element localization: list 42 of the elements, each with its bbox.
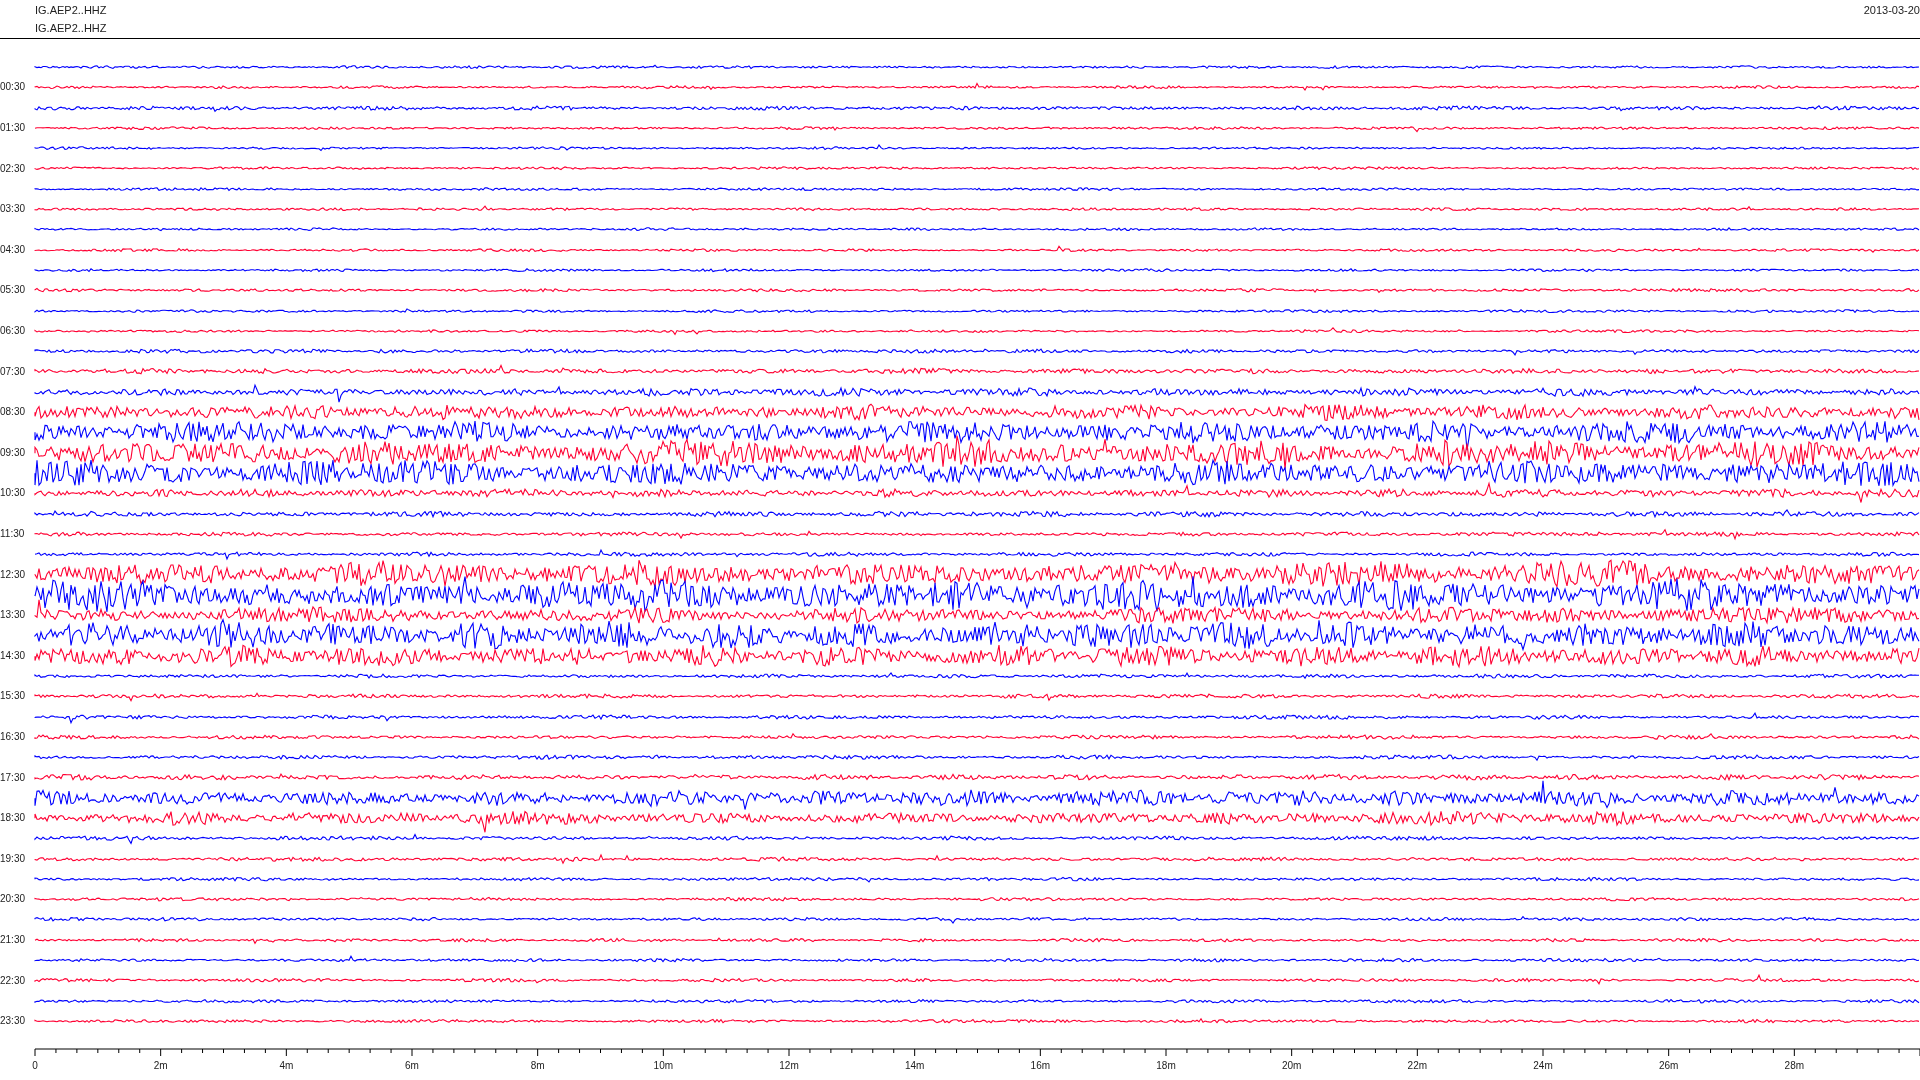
time-label: 22:30 xyxy=(0,975,26,986)
station-label: IG.AEP2..HHZ xyxy=(35,3,107,18)
time-label: 08:30 xyxy=(0,407,26,418)
time-label: 06:30 xyxy=(0,326,26,336)
axis-tick-label: 2m xyxy=(153,1060,168,1072)
date-label: 2013-03-20 xyxy=(1863,3,1920,18)
axis-tick-label: 4m xyxy=(279,1060,294,1072)
axis-tick-label: 18m xyxy=(1156,1060,1176,1072)
time-label: 00:30 xyxy=(0,82,26,93)
time-label: 05:30 xyxy=(0,285,26,296)
axis-tick-label: 22m xyxy=(1407,1060,1428,1072)
axis-tick-label: 24m xyxy=(1533,1060,1553,1072)
time-label: 09:30 xyxy=(0,447,26,458)
time-label: 14:30 xyxy=(0,650,26,661)
axis-tick-label: 26m xyxy=(1658,1060,1679,1072)
time-label: 19:30 xyxy=(0,853,26,864)
axis-tick-label: 6m xyxy=(405,1060,419,1072)
time-label: 13:30 xyxy=(0,610,26,621)
time-label: 12:30 xyxy=(0,569,26,580)
time-label: 02:30 xyxy=(0,163,26,174)
time-label: 16:30 xyxy=(0,731,26,742)
time-label: 07:30 xyxy=(0,366,26,377)
axis-tick-label: 20m xyxy=(1281,1060,1302,1072)
axis-tick-label: 28m xyxy=(1784,1060,1805,1072)
axis-tick-label: 16m xyxy=(1030,1060,1051,1072)
time-label: 10:30 xyxy=(0,488,26,499)
time-label: 03:30 xyxy=(0,204,26,215)
time-label: 21:30 xyxy=(0,934,26,945)
time-label: 01:30 xyxy=(0,123,26,134)
time-label: 20:30 xyxy=(0,894,26,905)
station-label: IG.AEP2..HHZ xyxy=(35,21,107,36)
time-label: 23:30 xyxy=(0,1016,26,1027)
time-label: 17:30 xyxy=(0,772,26,783)
time-label: 18:30 xyxy=(0,813,26,824)
axis-tick-label: 0 xyxy=(32,1060,38,1072)
time-label: 04:30 xyxy=(0,244,26,255)
time-label: 11:30 xyxy=(0,528,25,539)
axis-tick-label: 14m xyxy=(904,1060,925,1072)
axis-tick-label: 10m xyxy=(653,1060,674,1072)
time-label: 15:30 xyxy=(0,691,26,702)
axis-tick-label: 8m xyxy=(530,1060,545,1072)
axis-tick-label: 12m xyxy=(779,1060,799,1072)
